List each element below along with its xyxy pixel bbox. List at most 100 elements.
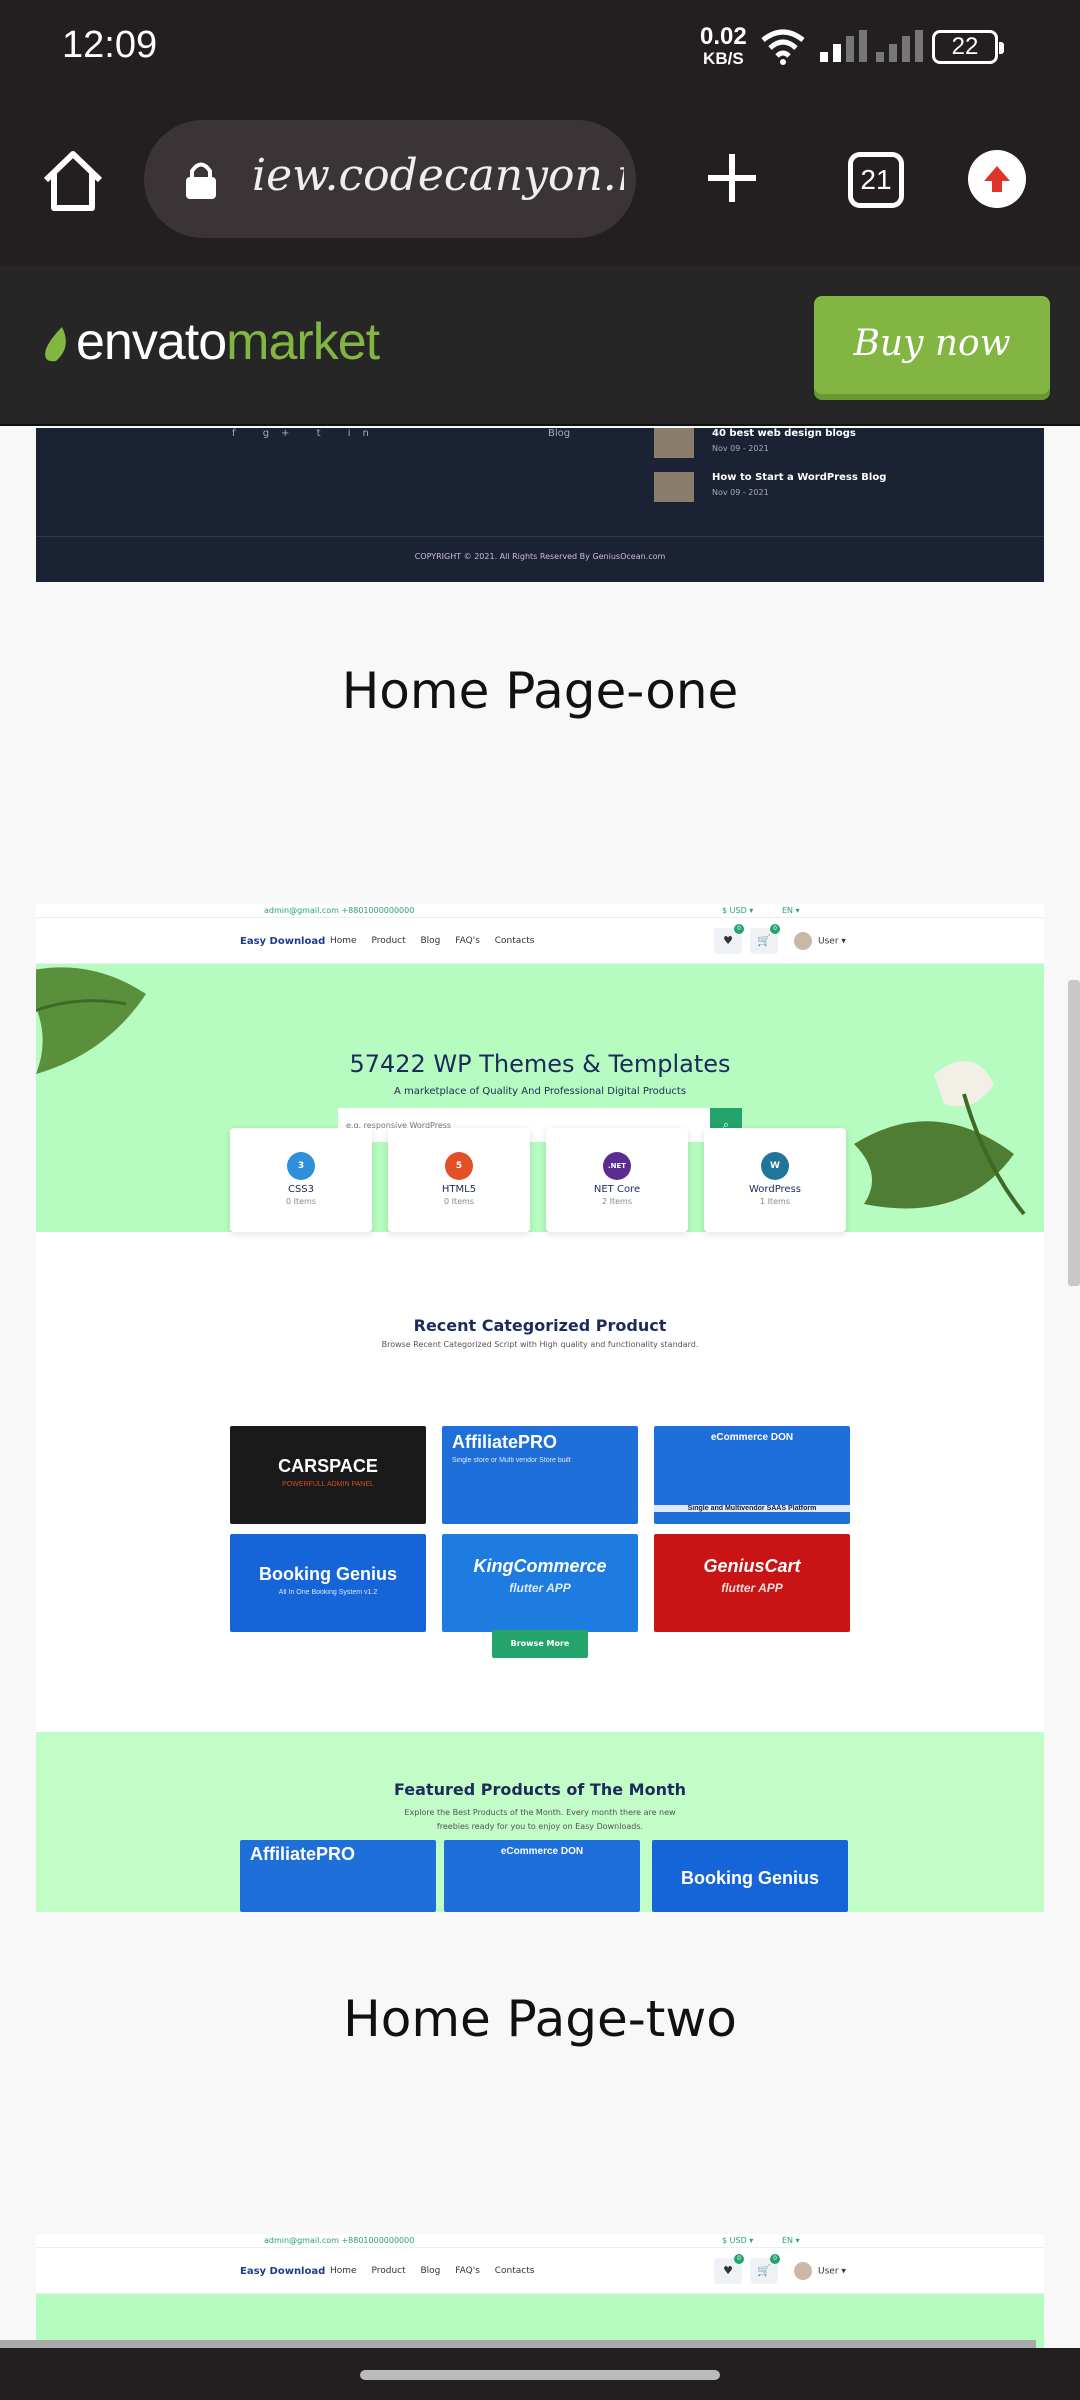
currency-select[interactable]: $ USD ▾ <box>722 906 753 915</box>
social-icons[interactable]: f g+ t in <box>232 428 381 439</box>
product-card[interactable]: KingCommerce flutter APP <box>442 1534 638 1632</box>
hero-title: 57422 WP Themes & Templates <box>349 1050 731 1078</box>
footer-divider <box>36 536 1044 537</box>
post-thumbnail <box>654 472 694 502</box>
battery-icon: 22 <box>932 30 1004 64</box>
home-page-one-preview[interactable]: admin@gmail.com +8801000000000 $ USD ▾ E… <box>36 904 1044 1912</box>
footer-post[interactable]: 40 best web design blogs Nov 09 - 2021 <box>654 428 1014 462</box>
category-name: CSS3 <box>287 1184 315 1195</box>
nav-product[interactable]: Product <box>371 2266 405 2276</box>
post-date: Nov 09 - 2021 <box>712 444 769 453</box>
language-select[interactable]: EN ▾ <box>782 906 800 915</box>
site-contact: admin@gmail.com +8801000000000 <box>264 906 415 915</box>
envato-leaf-icon <box>45 327 66 362</box>
user-menu[interactable]: User ▾ <box>794 932 846 950</box>
network-speed: 0.02 KB/S <box>700 23 747 70</box>
cart-icon[interactable]: 🛒 0 <box>750 2254 780 2284</box>
product-subtitle: flutter APP <box>721 1581 783 1595</box>
product-card[interactable]: Booking Genius All In One Booking System… <box>230 1534 426 1632</box>
new-tab-icon[interactable] <box>702 148 762 208</box>
product-card[interactable]: eCommerce DON Single and Multivendor SAA… <box>654 1426 850 1524</box>
category-count: 1 Items <box>759 1197 790 1206</box>
hero-subtitle: A marketplace of Quality And Professiona… <box>393 1086 687 1097</box>
category-count: 0 Items <box>285 1197 316 1206</box>
post-title: How to Start a WordPress Blog <box>712 472 887 483</box>
product-title: Booking Genius <box>258 1564 397 1584</box>
product-title: KingCommerce <box>473 1556 607 1576</box>
envato-logo-product: market <box>226 313 380 371</box>
post-title: 40 best web design blogs <box>712 428 856 439</box>
html5-icon: 5 <box>445 1152 473 1180</box>
user-menu[interactable]: User ▾ <box>794 2262 846 2280</box>
currency-select[interactable]: $ USD ▾ <box>722 2236 753 2245</box>
footer-post[interactable]: How to Start a WordPress Blog Nov 09 - 2… <box>654 472 1014 506</box>
site-brand[interactable]: Easy Download <box>240 936 325 947</box>
signal-icon-sim1 <box>820 30 867 62</box>
nav-product[interactable]: Product <box>371 936 405 946</box>
site-brand[interactable]: Easy Download <box>240 2266 325 2277</box>
nav-faqs[interactable]: FAQ's <box>455 2266 480 2276</box>
buy-now-button[interactable]: Buy now <box>814 296 1050 394</box>
product-card[interactable]: AffiliatePRO Single store or Multi vendo… <box>442 1426 638 1524</box>
category-count: 0 Items <box>443 1197 474 1206</box>
nav-home[interactable]: Home <box>330 936 357 946</box>
category-name: WordPress <box>748 1184 802 1195</box>
wishlist-icon[interactable]: ♥ 0 <box>714 2254 744 2284</box>
featured-product-card[interactable]: eCommerce DON <box>444 1840 640 1912</box>
featured-product-card[interactable]: AffiliatePRO <box>240 1840 436 1912</box>
product-title: Booking Genius <box>680 1868 819 1888</box>
address-bar[interactable]: iew.codecanyon.net <box>144 120 636 238</box>
category-count: 2 Items <box>601 1197 632 1206</box>
css3-icon: 3 <box>287 1152 315 1180</box>
cart-count: 0 <box>770 924 780 934</box>
recent-products-title: Recent Categorized Product <box>413 1316 667 1335</box>
horizontal-scrollbar[interactable] <box>0 2340 1036 2348</box>
tab-switcher-button[interactable]: 21 <box>848 152 904 208</box>
envato-logo-brand: envato <box>76 313 227 371</box>
cart-icon[interactable]: 🛒 0 <box>750 924 780 954</box>
status-time: 12:09 <box>62 24 158 66</box>
category-card-css3[interactable]: 3 CSS3 0 Items <box>230 1128 372 1232</box>
footer-blog-link[interactable]: Blog <box>548 428 570 439</box>
network-speed-value: 0.02 <box>700 23 747 50</box>
avatar <box>794 932 812 950</box>
update-button[interactable] <box>968 150 1026 208</box>
user-label: User ▾ <box>818 2266 846 2277</box>
browse-more-button[interactable]: Browse More <box>492 1630 588 1658</box>
signal-icon-sim2 <box>876 30 923 62</box>
site-nav-links: Home Product Blog FAQ's Contacts <box>330 2266 546 2276</box>
navigation-bar <box>0 2348 1080 2400</box>
product-title: AffiliatePRO <box>452 1432 558 1452</box>
vertical-scrollbar[interactable] <box>1068 980 1080 1286</box>
home-page-one-heading: Home Page-one <box>341 662 739 720</box>
home-icon[interactable] <box>38 146 108 216</box>
category-card-netcore[interactable]: .NET NET Core 2 Items <box>546 1128 688 1232</box>
category-card-html5[interactable]: 5 HTML5 0 Items <box>388 1128 530 1232</box>
language-select[interactable]: EN ▾ <box>782 2236 800 2245</box>
nav-blog[interactable]: Blog <box>421 936 441 946</box>
nav-contacts[interactable]: Contacts <box>495 2266 535 2276</box>
product-title: eCommerce DON <box>710 1432 794 1443</box>
featured-product-card[interactable]: Booking Genius <box>652 1840 848 1912</box>
site-navbar: Easy Download Home Product Blog FAQ's Co… <box>36 918 1044 964</box>
featured-section: Featured Products of The Month Explore t… <box>36 1732 1044 1912</box>
post-date: Nov 09 - 2021 <box>712 488 769 497</box>
avatar <box>794 2262 812 2280</box>
wishlist-icon[interactable]: ♥ 0 <box>714 924 744 954</box>
category-card-wordpress[interactable]: W WordPress 1 Items <box>704 1128 846 1232</box>
category-name: HTML5 <box>441 1184 477 1195</box>
product-title: GeniusCart <box>703 1556 801 1576</box>
post-thumbnail <box>654 428 694 458</box>
nav-contacts[interactable]: Contacts <box>495 936 535 946</box>
user-label: User ▾ <box>818 936 846 947</box>
home-page-two-preview[interactable]: admin@gmail.com +8801000000000 $ USD ▾ E… <box>36 2234 1044 2354</box>
nav-blog[interactable]: Blog <box>421 2266 441 2276</box>
product-card[interactable]: CARSPACE POWERFULL ADMIN PANEL <box>230 1426 426 1524</box>
gesture-handle[interactable] <box>360 2370 720 2380</box>
envato-logo[interactable]: envatomarket <box>42 312 380 372</box>
nav-faqs[interactable]: FAQ's <box>455 936 480 946</box>
nav-home[interactable]: Home <box>330 2266 357 2276</box>
site-navbar: Easy Download Home Product Blog FAQ's Co… <box>36 2248 1044 2294</box>
product-card[interactable]: GeniusCart flutter APP <box>654 1534 850 1632</box>
site-topbar: admin@gmail.com +8801000000000 $ USD ▾ E… <box>36 2234 1044 2248</box>
